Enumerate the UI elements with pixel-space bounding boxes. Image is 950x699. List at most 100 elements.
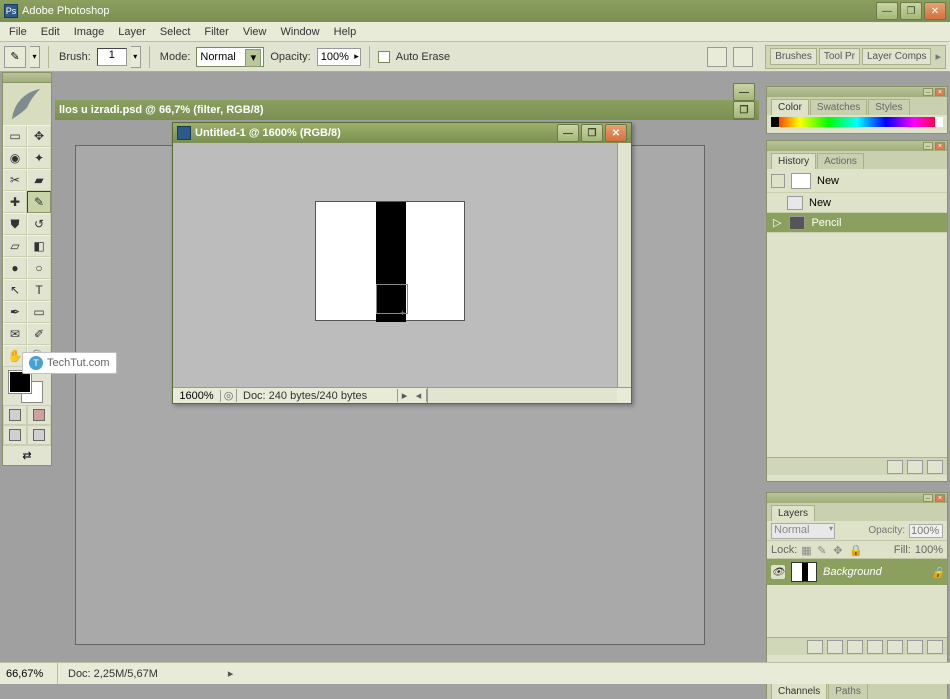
doc2-scroll-left[interactable]: ◂ <box>411 389 427 402</box>
doc1-titlebar[interactable]: llos u izradi.psd @ 66,7% (filter, RGB/8… <box>55 100 759 120</box>
panel-min-icon[interactable]: – <box>923 494 933 502</box>
pencil-tool[interactable]: ✎ <box>27 191 51 213</box>
doc2-maximize-button[interactable]: ❐ <box>581 124 603 142</box>
layer-row[interactable]: 👁 Background 🔒 <box>767 559 947 585</box>
screen-standard[interactable] <box>3 425 27 445</box>
gradient-tool[interactable]: ◧ <box>27 235 51 257</box>
dodge-tool[interactable]: ○ <box>27 257 51 279</box>
tool-preset-dropdown[interactable]: ▾ <box>30 46 40 68</box>
wand-tool[interactable]: ✦ <box>27 147 51 169</box>
blend-mode-dropdown[interactable]: Normal <box>771 523 835 539</box>
menu-select[interactable]: Select <box>153 24 198 40</box>
toolbox-grip[interactable] <box>3 73 51 83</box>
notes-tool[interactable]: ✉ <box>3 323 27 345</box>
quickmask-mode[interactable] <box>27 405 51 425</box>
menu-layer[interactable]: Layer <box>111 24 153 40</box>
menu-filter[interactable]: Filter <box>197 24 235 40</box>
current-tool-icon[interactable]: ✎ <box>4 46 26 68</box>
menu-window[interactable]: Window <box>274 24 327 40</box>
menu-edit[interactable]: Edit <box>34 24 67 40</box>
healing-tool[interactable]: ✚ <box>3 191 27 213</box>
tab-color[interactable]: Color <box>771 99 809 115</box>
layer-opacity-field[interactable]: 100% <box>909 524 943 538</box>
doc2-info-menu[interactable]: ▸ <box>397 389 411 402</box>
history-snapshot[interactable]: New <box>767 169 947 193</box>
mask-icon[interactable] <box>847 640 863 654</box>
shape-tool[interactable]: ▭ <box>27 301 51 323</box>
dock-tab-toolpresets[interactable]: Tool Pr <box>819 48 860 65</box>
lock-position-icon[interactable]: ✥ <box>833 544 845 556</box>
doc2-close-button[interactable]: ✕ <box>605 124 627 142</box>
doc2-hscrollbar[interactable] <box>427 388 617 403</box>
palette-icon[interactable] <box>733 47 753 67</box>
doc2-zoom-field[interactable]: 1600% <box>173 390 221 402</box>
lock-paint-icon[interactable]: ✎ <box>817 544 829 556</box>
move-tool[interactable]: ✥ <box>27 125 51 147</box>
filebrowser-icon[interactable] <box>707 47 727 67</box>
menu-help[interactable]: Help <box>327 24 364 40</box>
lock-transparent-icon[interactable]: ▦ <box>801 544 813 556</box>
menu-view[interactable]: View <box>236 24 274 40</box>
blend-mode-dropdown[interactable]: Normal <box>196 47 264 67</box>
panel-min-icon[interactable]: – <box>923 142 933 150</box>
minimize-button[interactable]: — <box>876 2 898 20</box>
screen-full-menu[interactable] <box>27 425 51 445</box>
layer-fill-field[interactable]: 100% <box>915 544 943 556</box>
lock-all-icon[interactable]: 🔒 <box>849 544 861 556</box>
trash-icon[interactable] <box>927 460 943 474</box>
slice-tool[interactable]: ▰ <box>27 169 51 191</box>
panel-min-icon[interactable]: – <box>923 88 933 96</box>
maximize-button[interactable]: ❐ <box>900 2 922 20</box>
autoerase-checkbox[interactable] <box>378 51 390 63</box>
menu-image[interactable]: Image <box>67 24 112 40</box>
doc2-canvas[interactable]: + <box>315 201 465 321</box>
jump-imageready[interactable]: ⇄ <box>3 445 51 465</box>
folder-icon[interactable] <box>887 640 903 654</box>
standard-mode[interactable] <box>3 405 27 425</box>
pen-tool[interactable]: ✒ <box>3 301 27 323</box>
menu-file[interactable]: File <box>2 24 34 40</box>
doc1-minimize-button[interactable]: — <box>733 83 755 101</box>
tab-paths[interactable]: Paths <box>828 683 868 699</box>
history-brush-tool[interactable]: ↺ <box>27 213 51 235</box>
opacity-field[interactable]: 100% <box>317 48 361 66</box>
tab-styles[interactable]: Styles <box>868 99 909 115</box>
adjustment-icon[interactable] <box>867 640 883 654</box>
panel-close-icon[interactable]: × <box>935 142 945 150</box>
doc2-vscrollbar[interactable] <box>617 143 631 387</box>
eyedropper-tool[interactable]: ✐ <box>27 323 51 345</box>
stamp-tool[interactable]: ⛊ <box>3 213 27 235</box>
dock-tab-layercomps[interactable]: Layer Comps <box>862 48 931 65</box>
brush-dropdown[interactable]: ▾ <box>131 46 141 68</box>
doc1-maximize-button[interactable]: ❐ <box>733 101 755 119</box>
tab-history[interactable]: History <box>771 153 816 169</box>
info-menu-icon[interactable]: ▸ <box>228 667 234 680</box>
new-doc-icon[interactable] <box>887 460 903 474</box>
dock-tab-brushes[interactable]: Brushes <box>770 48 817 65</box>
fx-icon[interactable] <box>827 640 843 654</box>
doc2-navigator-icon[interactable]: ◎ <box>221 389 237 402</box>
visibility-icon[interactable]: 👁 <box>771 565 785 579</box>
color-spectrum[interactable] <box>771 117 943 127</box>
dock-more-icon[interactable]: ▸ <box>935 50 941 63</box>
trash-icon[interactable] <box>927 640 943 654</box>
path-tool[interactable]: ↖ <box>3 279 27 301</box>
zoom-field[interactable]: 66,67% <box>0 663 58 684</box>
lasso-tool[interactable]: ◉ <box>3 147 27 169</box>
marquee-tool[interactable]: ▭ <box>3 125 27 147</box>
doc2-viewport[interactable]: + <box>173 143 617 387</box>
panel-close-icon[interactable]: × <box>935 494 945 502</box>
tab-layers[interactable]: Layers <box>771 505 815 521</box>
panel-close-icon[interactable]: × <box>935 88 945 96</box>
brush-size-field[interactable]: 1 <box>97 48 127 66</box>
doc2-titlebar[interactable]: Untitled-1 @ 1600% (RGB/8) — ❐ ✕ <box>173 123 631 143</box>
new-layer-icon[interactable] <box>907 640 923 654</box>
link-icon[interactable] <box>807 640 823 654</box>
history-step[interactable]: New <box>767 193 947 213</box>
snapshot-checkbox[interactable] <box>771 174 785 188</box>
tab-actions[interactable]: Actions <box>817 153 864 169</box>
type-tool[interactable]: T <box>27 279 51 301</box>
new-snapshot-icon[interactable] <box>907 460 923 474</box>
history-step[interactable]: ▷ Pencil <box>767 213 947 233</box>
foreground-color[interactable] <box>9 371 31 393</box>
